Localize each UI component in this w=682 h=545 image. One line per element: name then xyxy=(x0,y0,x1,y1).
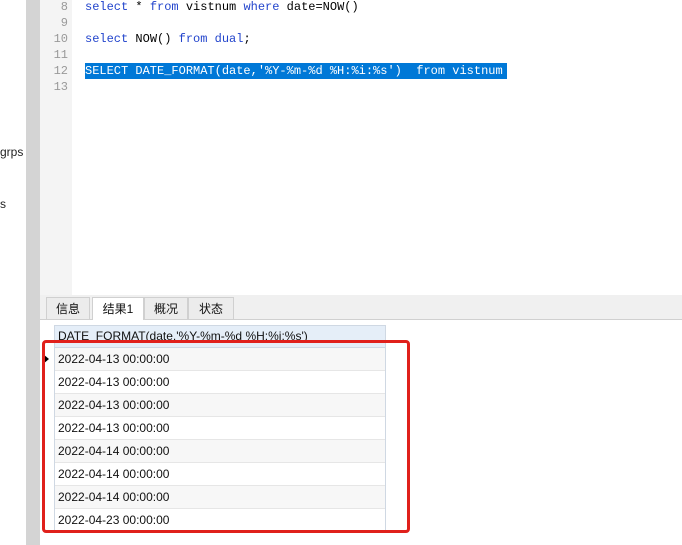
table-cell[interactable]: 2022-04-14 00:00:00 xyxy=(58,444,169,458)
table-cell[interactable]: 2022-04-13 00:00:00 xyxy=(58,375,169,389)
sql-editor[interactable]: 8 select * from vistnum where date=NOW() 9… xyxy=(40,0,682,295)
object-tree-panel: grps s xyxy=(0,0,26,545)
table-row[interactable]: 2022-04-23 00:00:00 xyxy=(55,509,385,532)
table-cell[interactable]: 2022-04-14 00:00:00 xyxy=(58,467,169,481)
code-line[interactable]: 11 xyxy=(40,47,682,63)
sql-keyword: select xyxy=(85,32,129,46)
sql-keyword: from xyxy=(178,32,208,46)
code-line[interactable]: 12 SELECT DATE_FORMAT(date,'%Y-%m-%d %H:%… xyxy=(40,63,682,79)
table-cell[interactable]: 2022-04-23 00:00:00 xyxy=(58,513,169,527)
table-row[interactable]: 2022-04-14 00:00:00 xyxy=(55,463,385,486)
table-row[interactable]: 2022-04-13 00:00:00 xyxy=(55,371,385,394)
code-line[interactable]: 8 select * from vistnum where date=NOW() xyxy=(40,0,682,15)
line-number: 12 xyxy=(53,64,68,78)
sql-text: SELECT DATE_FORMAT(date,'%Y-%m-%d %H:%i:… xyxy=(85,64,503,78)
sql-text: date=NOW() xyxy=(279,0,359,14)
panel-splitter[interactable] xyxy=(26,0,40,545)
sql-keyword: from xyxy=(149,0,179,14)
sql-text: NOW() xyxy=(128,32,179,46)
result-panel: DATE_FORMAT(date,'%Y-%m-%d %H:%i:%s') 20… xyxy=(40,320,682,545)
code-text: select * from vistnum where date=NOW() xyxy=(85,0,359,15)
column-header-date-format[interactable]: DATE_FORMAT(date,'%Y-%m-%d %H:%i:%s') xyxy=(55,326,385,348)
code-text: SELECT DATE_FORMAT(date,'%Y-%m-%d %H:%i:… xyxy=(85,63,507,79)
current-row-indicator-icon xyxy=(43,354,49,364)
tab-result1[interactable]: 结果1 xyxy=(92,297,144,320)
table-cell[interactable]: 2022-04-14 00:00:00 xyxy=(58,490,169,504)
line-number: 8 xyxy=(60,0,68,14)
table-cell[interactable]: 2022-04-13 00:00:00 xyxy=(58,398,169,412)
sql-keyword: select xyxy=(85,0,129,14)
line-number: 13 xyxy=(53,80,68,94)
table-row[interactable]: 2022-04-14 00:00:00 xyxy=(55,486,385,509)
result-grid[interactable]: DATE_FORMAT(date,'%Y-%m-%d %H:%i:%s') 20… xyxy=(43,325,386,533)
tab-info[interactable]: 信息 xyxy=(46,297,90,319)
sql-text: * xyxy=(128,0,150,14)
tree-item-grps[interactable]: grps xyxy=(0,145,23,159)
code-text: select NOW() from dual; xyxy=(85,31,251,47)
sql-text: ; xyxy=(243,32,251,46)
tab-overview[interactable]: 概况 xyxy=(144,297,188,319)
table-row[interactable]: 2022-04-14 00:00:00 xyxy=(55,440,385,463)
tree-item-s[interactable]: s xyxy=(0,197,6,211)
line-number: 11 xyxy=(53,48,68,62)
code-line[interactable]: 9 xyxy=(40,15,682,31)
sql-keyword: dual xyxy=(214,32,244,46)
code-line[interactable]: 13 xyxy=(40,79,682,95)
table-row[interactable]: 2022-04-13 00:00:00 xyxy=(55,394,385,417)
line-number: 10 xyxy=(53,32,68,46)
result-tabbar: 信息 结果1 概况 状态 xyxy=(40,295,682,320)
table-cell[interactable]: 2022-04-13 00:00:00 xyxy=(58,352,169,366)
sql-text: vistnum xyxy=(178,0,244,14)
table-row[interactable]: 2022-04-13 00:00:00 xyxy=(43,348,385,371)
table-row[interactable]: 2022-04-13 00:00:00 xyxy=(55,417,385,440)
table-cell[interactable]: 2022-04-13 00:00:00 xyxy=(58,421,169,435)
line-number: 9 xyxy=(60,16,68,30)
code-line[interactable]: 10 select NOW() from dual; xyxy=(40,31,682,47)
tab-status[interactable]: 状态 xyxy=(188,297,234,319)
sql-keyword: where xyxy=(243,0,280,14)
